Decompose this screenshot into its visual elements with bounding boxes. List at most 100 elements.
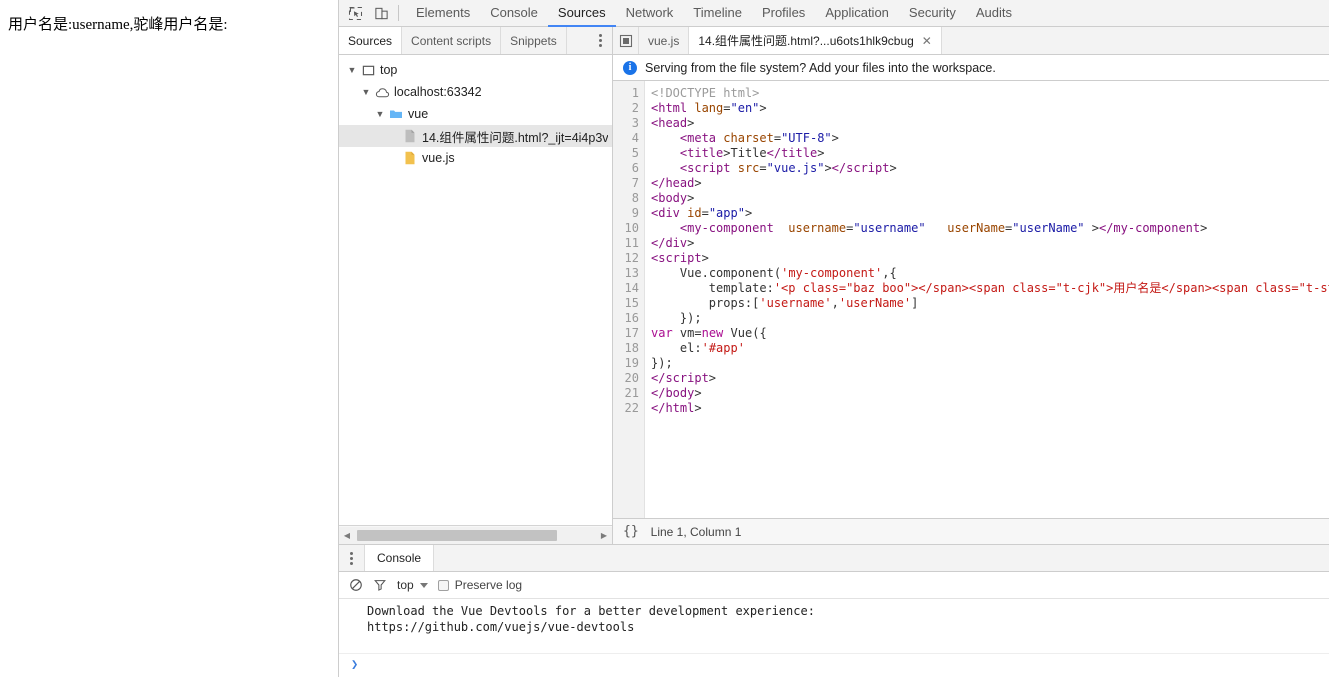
code-line: </div> [651,236,695,250]
nav-tab-snippets[interactable]: Snippets [501,27,567,54]
tree-item-label: 14.组件属性问题.html?_ijt=4i4p3v [422,130,608,145]
folder-icon [387,108,405,120]
code-line: var vm=new Vue({ [651,326,767,340]
devtools-main-toolbar: Elements Console Sources Network Timelin… [339,0,1329,27]
nav-tab-content-scripts[interactable]: Content scripts [402,27,502,54]
file-tree: ▼ top ▼ localhost:63342 ▼ vue 14.组件属性问题.… [339,55,612,525]
code-lines[interactable]: <!DOCTYPE html> <html lang="en"> <head> <m… [645,81,1329,518]
line-number: 19 [624,356,639,370]
workspace-info-text: Serving from the file system? Add your f… [645,60,996,75]
line-number: 6 [631,161,639,175]
tree-item-label: top [380,63,398,77]
checkbox-icon[interactable] [437,579,449,591]
cloud-icon [373,86,391,99]
navigator-tab-bar: Sources Content scripts Snippets [339,27,612,55]
pretty-print-button[interactable]: {} [623,524,639,539]
code-line: props:['username','userName'] [708,296,919,310]
line-number: 18 [624,341,639,355]
code-line: template:'<p class="baz boo"></span><spa… [708,281,1329,295]
js-file-icon [401,151,419,165]
tabs-list-icon[interactable] [613,27,639,54]
code-line: </script> [651,371,717,385]
web-page-viewport: 用户名是:username,驼峰用户名是: [0,0,338,677]
preserve-log-checkbox[interactable]: Preserve log [437,578,523,592]
workspace-info-bar: i Serving from the file system? Add your… [613,55,1329,81]
tab-network[interactable]: Network [616,0,684,27]
code-line: <!DOCTYPE html> [651,86,760,100]
line-number: 7 [631,176,639,190]
scroll-right-arrow-icon[interactable]: ▶ [596,526,612,544]
cursor-position: Line 1, Column 1 [650,524,742,539]
console-output[interactable]: Download the Vue Devtools for a better d… [339,599,1329,653]
scrollbar-track[interactable] [355,526,596,544]
console-input-row[interactable]: ❯ [339,653,1329,677]
inspect-element-icon[interactable] [342,1,368,25]
tree-item-label: vue [408,107,429,121]
editor-tab-vue-js[interactable]: vue.js [639,27,690,54]
tab-audits[interactable]: Audits [966,0,1022,27]
navigator-horizontal-scrollbar[interactable]: ◀ ▶ [339,525,612,544]
line-number: 12 [624,251,639,265]
scrollbar-thumb[interactable] [357,529,557,541]
info-icon: i [623,60,637,75]
code-view[interactable]: 1 2 3 4 5 6 7 8 9 10 11 12 13 14 15 16 1… [613,81,1329,518]
chevron-down-icon[interactable] [419,582,428,588]
tab-application[interactable]: Application [815,0,899,27]
tree-item-top[interactable]: ▼ top [339,59,612,81]
sources-navigator: Sources Content scripts Snippets ▼ top ▼… [339,27,613,544]
code-line: <my-component username="username" userNa… [679,221,1208,235]
drawer-tab-console[interactable]: Console [365,545,435,571]
tab-elements[interactable]: Elements [406,0,480,27]
chevron-down-icon[interactable]: ▼ [373,109,387,119]
code-line: }); [651,311,702,325]
tab-console[interactable]: Console [480,0,548,27]
tab-timeline[interactable]: Timeline [683,0,752,27]
tree-item-vue-folder[interactable]: ▼ vue [339,103,612,125]
line-number: 10 [624,221,639,235]
clear-console-icon[interactable] [349,578,363,592]
editor-tab-html-file[interactable]: 14.组件属性问题.html?...u6ots1hlk9cbug ✕ [689,27,942,54]
code-line: el:'#app' [679,341,745,355]
scroll-left-arrow-icon[interactable]: ◀ [339,526,355,544]
code-line: </html> [651,401,702,415]
line-number: 8 [631,191,639,205]
code-line: </head> [651,176,702,190]
tree-item-localhost[interactable]: ▼ localhost:63342 [339,81,612,103]
console-toolbar: top Preserve log [339,572,1329,599]
console-context-selector[interactable]: top [397,578,428,592]
line-number: 11 [624,236,639,250]
editor-tab-label: vue.js [648,33,680,48]
code-line: <body> [651,191,695,205]
line-number: 13 [624,266,639,280]
filter-icon[interactable] [373,578,387,592]
line-number-gutter: 1 2 3 4 5 6 7 8 9 10 11 12 13 14 15 16 1… [613,81,645,518]
rendered-component-text: 用户名是:username,驼峰用户名是: [8,17,228,33]
code-line: <html lang="en"> [651,101,767,115]
tree-item-html-file[interactable]: 14.组件属性问题.html?_ijt=4i4p3v [339,125,612,147]
chevron-down-icon[interactable]: ▼ [345,65,359,75]
tab-sources[interactable]: Sources [547,0,616,27]
kebab-menu-icon[interactable] [339,545,365,571]
source-editor: vue.js 14.组件属性问题.html?...u6ots1hlk9cbug … [613,27,1329,544]
tab-security[interactable]: Security [899,0,966,27]
devtools-drawer: Console top Preserve log Download the Vu… [339,544,1329,677]
tree-item-label: localhost:63342 [394,85,482,99]
line-number: 17 [624,326,639,340]
device-toolbar-icon[interactable] [368,1,394,25]
code-line: Vue.component('my-component',{ [679,266,897,280]
nav-tab-sources[interactable]: Sources [339,27,403,54]
tab-profiles[interactable]: Profiles [752,0,815,27]
editor-tab-bar: vue.js 14.组件属性问题.html?...u6ots1hlk9cbug … [613,27,1329,55]
tree-item-js-file[interactable]: vue.js [339,147,612,169]
chevron-down-icon[interactable]: ▼ [359,87,373,97]
kebab-menu-icon[interactable] [588,27,612,54]
line-number: 22 [624,401,639,415]
close-icon[interactable]: ✕ [922,35,932,47]
line-number: 16 [624,311,639,325]
console-message: Download the Vue Devtools for a better d… [367,604,815,634]
line-number: 9 [631,206,639,220]
code-line: <script src="vue.js"></script> [679,161,897,175]
preserve-log-label: Preserve log [454,578,523,592]
frame-icon [359,64,377,77]
line-number: 3 [631,116,639,130]
